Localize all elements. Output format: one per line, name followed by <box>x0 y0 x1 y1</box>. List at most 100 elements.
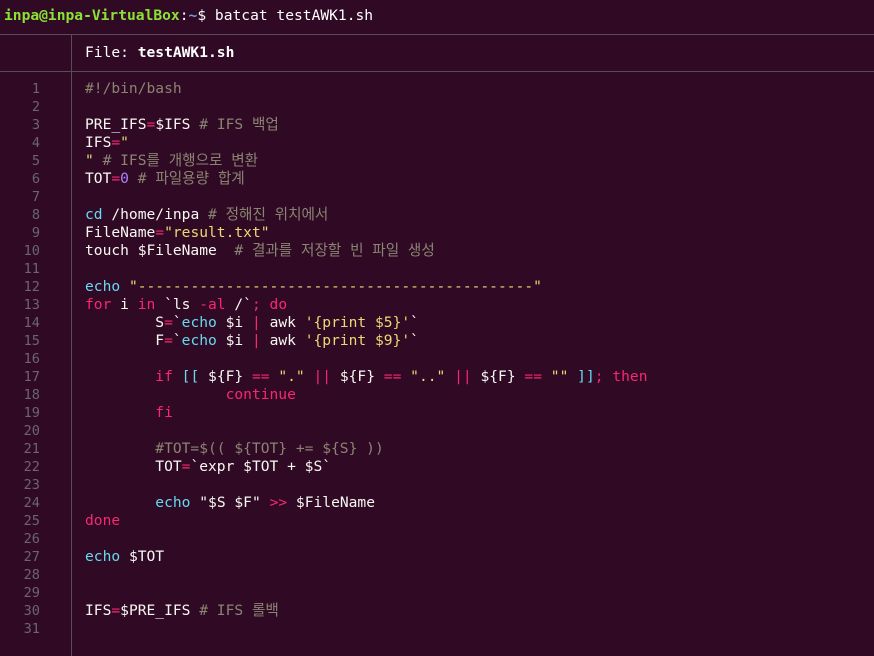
code-token: continue <box>225 386 296 403</box>
code-line: for i in `ls -al /`; do <box>85 296 865 314</box>
code-token: >> <box>269 494 288 511</box>
code-token: # IFS 롤백 <box>199 602 279 619</box>
code-token: -al <box>199 296 226 313</box>
file-label: File: <box>85 44 138 61</box>
gutter-divider <box>71 71 72 656</box>
line-number: 5 <box>31 153 40 169</box>
line-number: 13 <box>23 297 40 313</box>
code-token: # 결과를 저장할 빈 파일 생성 <box>234 242 435 259</box>
line-number: 11 <box>23 261 40 277</box>
prompt-command: batcat testAWK1.sh <box>214 7 374 24</box>
code-line: echo "----------------------------------… <box>85 278 865 296</box>
code-token: ${F} <box>199 368 252 385</box>
code-token: == <box>524 368 542 385</box>
line-number: 6 <box>31 171 40 187</box>
code-token: # IFS 백업 <box>199 116 279 133</box>
code-token: # IFS를 개행으로 변환 <box>102 152 259 169</box>
code-token: FileName <box>85 224 156 241</box>
shell-prompt-line: inpa@inpa-VirtualBox:~$ batcat testAWK1.… <box>4 7 374 24</box>
code-token: "---------------------------------------… <box>128 278 542 295</box>
code-token: # 정해진 위치에서 <box>208 206 329 223</box>
line-number: 29 <box>23 585 40 601</box>
code-token: $i <box>216 314 252 331</box>
code-line: cd /home/inpa # 정해진 위치에서 <box>85 206 865 224</box>
line-number: 8 <box>31 207 40 223</box>
code-line: done <box>85 512 865 530</box>
code-token: = <box>146 116 156 133</box>
code-token: = <box>155 224 165 241</box>
code-token: for <box>85 296 112 313</box>
line-number-gutter: 1 2 3 4 5 6 7 8 9 10 11 12 13 14 15 16 17 18 19 20 21 22 23 24 2… <box>0 80 40 638</box>
code-token: # 파일용량 합계 <box>137 170 245 187</box>
line-number: 23 <box>23 477 40 493</box>
line-number: 26 <box>23 531 40 547</box>
code-line: FileName="result.txt" <box>85 224 865 242</box>
code-token: then <box>612 368 648 385</box>
line-number: 4 <box>31 135 40 151</box>
code-token: || <box>454 368 472 385</box>
file-header: File: testAWK1.sh <box>85 42 234 64</box>
header-top-divider <box>0 34 874 35</box>
code-token: echo <box>181 314 217 331</box>
code-line: IFS=" <box>85 134 865 152</box>
code-view[interactable]: #!/bin/bash PRE_IFS=$IFS # IFS 백업 IFS=" " … <box>85 80 865 638</box>
code-token: = <box>111 134 121 151</box>
line-number: 2 <box>31 99 40 115</box>
header-bottom-divider <box>0 71 874 72</box>
code-line: F=`echo $i | awk '{print $9}'` <box>85 332 865 350</box>
code-token: " <box>85 152 103 169</box>
code-token: do <box>269 296 288 313</box>
line-number: 1 <box>31 81 40 97</box>
line-number: 17 <box>23 369 40 385</box>
code-token: /` <box>225 296 252 313</box>
code-token: ; <box>594 368 604 385</box>
code-token: = <box>164 332 173 349</box>
code-token: TOT <box>85 170 112 187</box>
code-token: cd <box>85 206 103 223</box>
code-token: == <box>383 368 402 385</box>
code-token: ` <box>172 332 182 349</box>
code-token: || <box>313 368 332 385</box>
code-line: continue <box>85 386 865 404</box>
line-number: 21 <box>23 441 40 457</box>
code-token: $PRE_IFS <box>120 602 200 619</box>
line-number: 19 <box>23 405 40 421</box>
line-number: 25 <box>23 513 40 529</box>
code-token: S <box>85 314 165 331</box>
code-token: IFS <box>85 134 112 151</box>
code-token: /home/inpa <box>102 206 209 223</box>
code-token: echo <box>85 278 121 295</box>
header-gutter-divider <box>71 34 72 71</box>
code-token: ]] <box>577 368 595 385</box>
file-name: testAWK1.sh <box>137 44 235 61</box>
terminal-window[interactable]: inpa@inpa-VirtualBox:~$ batcat testAWK1.… <box>0 0 874 656</box>
code-token: #!/bin/bash <box>85 80 182 97</box>
code-token: $FileName <box>287 494 376 511</box>
line-number: 24 <box>23 495 40 511</box>
line-number: 28 <box>23 567 40 583</box>
code-token: | <box>251 314 261 331</box>
code-token: ${F} <box>471 368 525 385</box>
line-number: 30 <box>23 603 40 619</box>
code-token: = <box>111 170 121 187</box>
code-token: fi <box>155 404 173 421</box>
code-token: ; <box>251 296 261 313</box>
line-number: 10 <box>23 243 40 259</box>
code-token: == <box>251 368 270 385</box>
code-token: echo <box>85 548 121 565</box>
code-token: $i <box>216 332 252 349</box>
